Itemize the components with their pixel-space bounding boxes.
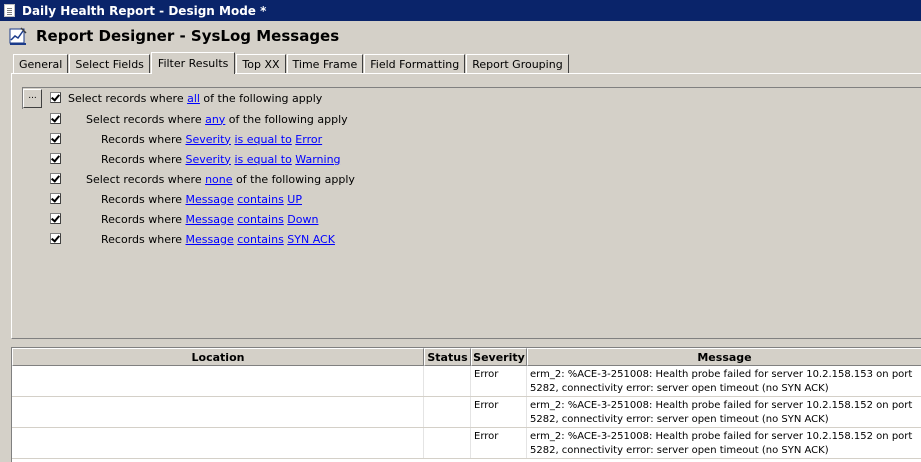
table-row[interactable]: Error erm_2: %ACE-3-251008: Health probe…: [12, 428, 921, 459]
condition-field-link[interactable]: Severity: [186, 153, 231, 166]
cell-severity: Error: [471, 366, 527, 396]
tab-strip: General Select Fields Filter Results Top…: [13, 52, 570, 74]
tab-general[interactable]: General: [13, 54, 69, 73]
condition-row: Records where Severity is equal to Error: [101, 131, 322, 147]
condition-value-link[interactable]: UP: [287, 193, 302, 206]
condition-field-link[interactable]: Message: [186, 233, 234, 246]
column-header-message[interactable]: Message: [527, 348, 921, 366]
column-header-location[interactable]: Location: [12, 348, 424, 366]
column-header-severity[interactable]: Severity: [471, 348, 527, 366]
condition-checkbox[interactable]: [50, 153, 61, 164]
group-any-checkbox[interactable]: [50, 113, 61, 124]
cell-status: [424, 366, 471, 396]
cell-message: erm_2: %ACE-3-251008: Health probe faile…: [527, 366, 921, 396]
document-icon: [4, 4, 15, 17]
condition-field-link[interactable]: Message: [186, 193, 234, 206]
cell-status: [424, 428, 471, 458]
cell-message: erm_2: %ACE-3-251008: Health probe faile…: [527, 397, 921, 427]
condition-value-link[interactable]: Warning: [295, 153, 340, 166]
group-suffix: of the following apply: [225, 112, 348, 126]
condition-checkbox[interactable]: [50, 193, 61, 204]
group-prefix: Select records where: [86, 172, 206, 186]
condition-prefix: Records where: [101, 192, 186, 206]
cell-location: [12, 366, 424, 396]
condition-operator-link[interactable]: contains: [237, 213, 284, 226]
group-none-condition: Select records where none of the followi…: [86, 171, 355, 187]
column-header-status[interactable]: Status: [424, 348, 471, 366]
condition-prefix: Records where: [101, 212, 186, 226]
group-any-quantifier-link[interactable]: any: [205, 113, 225, 126]
table-row[interactable]: Error erm_2: %ACE-3-251008: Health probe…: [12, 366, 921, 397]
cell-severity: Error: [471, 397, 527, 427]
condition-row: Records where Message contains UP: [101, 191, 302, 207]
condition-field-link[interactable]: Severity: [186, 133, 231, 146]
tab-top-xx[interactable]: Top XX: [236, 54, 286, 73]
root-prefix: Select records where: [68, 91, 188, 105]
root-checkbox[interactable]: [50, 92, 61, 103]
condition-value-link[interactable]: SYN ACK: [287, 233, 335, 246]
tab-select-fields[interactable]: Select Fields: [69, 54, 150, 73]
cell-status: [424, 397, 471, 427]
table-header: Location Status Severity Message: [12, 348, 921, 366]
tab-time-frame[interactable]: Time Frame: [286, 54, 364, 73]
window-title: Daily Health Report - Design Mode *: [22, 3, 267, 18]
condition-row: Records where Severity is equal to Warni…: [101, 151, 341, 167]
tab-filter-results[interactable]: Filter Results: [150, 52, 236, 74]
root-quantifier-link[interactable]: all: [187, 92, 200, 105]
group-none-quantifier-link[interactable]: none: [205, 173, 232, 186]
condition-checkbox[interactable]: [50, 233, 61, 244]
root-suffix: of the following apply: [199, 91, 323, 105]
group-suffix: of the following apply: [232, 172, 355, 186]
condition-operator-link[interactable]: contains: [237, 193, 284, 206]
report-designer-icon: [9, 27, 27, 45]
condition-operator-link[interactable]: contains: [237, 233, 284, 246]
tab-report-grouping[interactable]: Report Grouping: [466, 54, 569, 73]
condition-checkbox[interactable]: [50, 133, 61, 144]
condition-value-link[interactable]: Down: [287, 213, 318, 226]
condition-operator-link[interactable]: is equal to: [234, 133, 291, 146]
cell-message: erm_2: %ACE-3-251008: Health probe faile…: [527, 428, 921, 458]
condition-field-link[interactable]: Message: [186, 213, 234, 226]
cell-location: [12, 428, 424, 458]
condition-prefix: Records where: [101, 132, 186, 146]
condition-value-link[interactable]: Error: [295, 133, 322, 146]
group-prefix: Select records where: [86, 112, 206, 126]
table-row[interactable]: Error erm_2: %ACE-3-251008: Health probe…: [12, 397, 921, 428]
condition-operator-link[interactable]: is equal to: [234, 153, 291, 166]
condition-checkbox[interactable]: [50, 213, 61, 224]
group-none-checkbox[interactable]: [50, 173, 61, 184]
page-header: Report Designer - SysLog Messages: [8, 25, 339, 47]
more-options-button[interactable]: ...: [23, 89, 42, 108]
condition-row: Records where Message contains SYN ACK: [101, 231, 335, 247]
condition-prefix: Records where: [101, 152, 186, 166]
condition-prefix: Records where: [101, 232, 186, 246]
results-table[interactable]: Location Status Severity Message Error e…: [11, 347, 921, 462]
page-title: Report Designer - SysLog Messages: [36, 27, 340, 45]
group-any-condition: Select records where any of the followin…: [86, 111, 348, 127]
window-title-bar[interactable]: Daily Health Report - Design Mode *: [0, 0, 921, 21]
root-condition: Select records where all of the followin…: [68, 90, 322, 106]
tab-field-formatting[interactable]: Field Formatting: [364, 54, 466, 73]
cell-location: [12, 397, 424, 427]
cell-severity: Error: [471, 428, 527, 458]
condition-row: Records where Message contains Down: [101, 211, 318, 227]
